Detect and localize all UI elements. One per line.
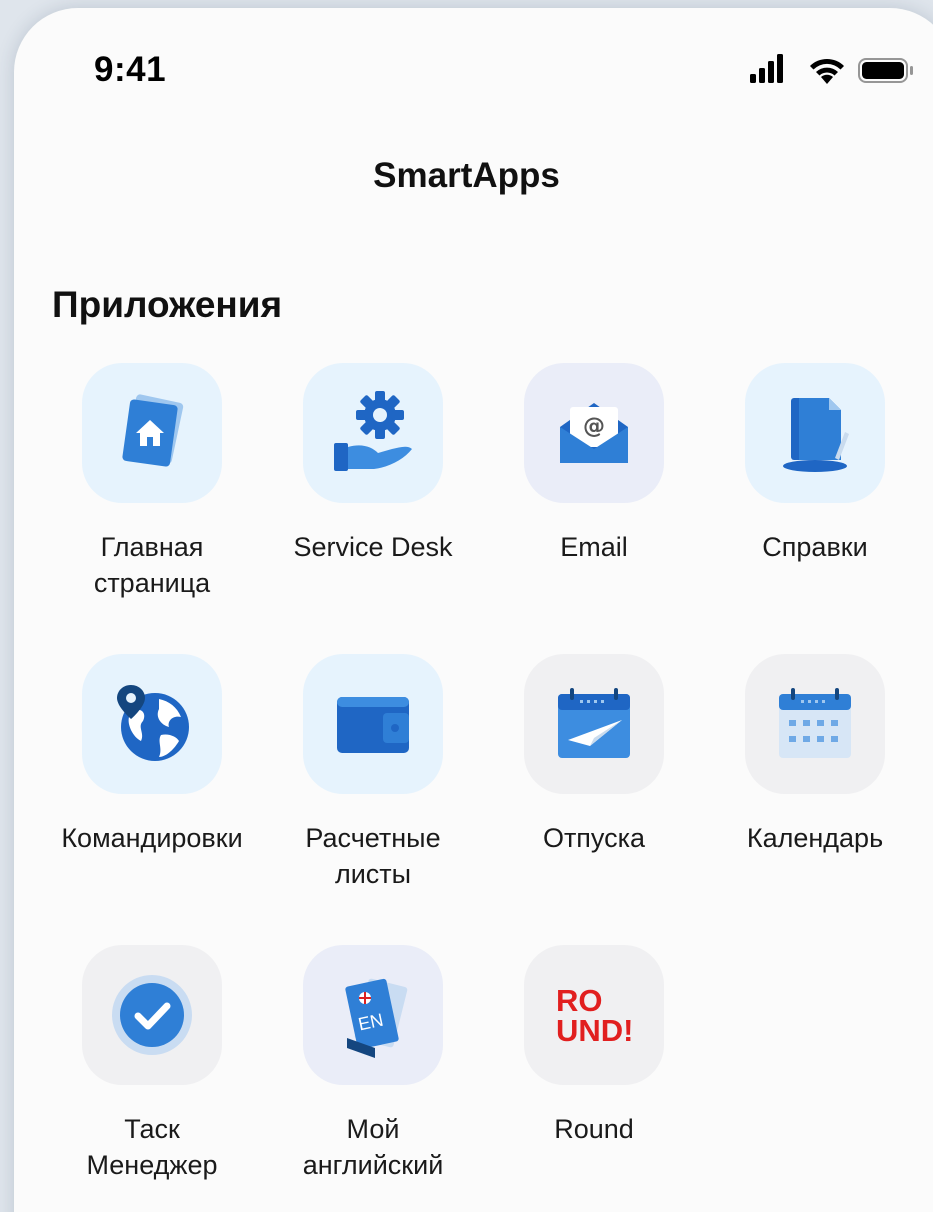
- document-icon: [783, 398, 849, 472]
- app-icon-tile[interactable]: [82, 654, 222, 794]
- app-certificates[interactable]: Справки: [704, 363, 926, 565]
- book-en-icon: EN: [345, 978, 408, 1058]
- app-icon-tile[interactable]: [745, 363, 885, 503]
- app-label: Таск Менеджер: [86, 1114, 218, 1180]
- home-document-icon: [122, 394, 184, 467]
- app-payslips[interactable]: Расчетные листы: [262, 654, 484, 892]
- checkmark-icon: [112, 975, 192, 1055]
- app-label: Главная страница: [93, 532, 211, 598]
- app-vacations[interactable]: Отпуска: [483, 654, 705, 856]
- app-icon-tile[interactable]: RO UND!: [524, 945, 664, 1085]
- app-service-desk[interactable]: Service Desk: [262, 363, 484, 565]
- app-my-english[interactable]: EN Мой английский: [262, 945, 484, 1183]
- calendar-plane-icon: [558, 688, 630, 758]
- app-label: Мой английский: [302, 1114, 444, 1180]
- round-logo-line-2: UND!: [556, 1013, 634, 1047]
- app-label: Email: [560, 532, 628, 562]
- app-round[interactable]: RO UND! Round: [483, 945, 705, 1147]
- app-icon-tile[interactable]: [303, 363, 443, 503]
- app-task-manager[interactable]: Таск Менеджер: [41, 945, 263, 1183]
- app-calendar[interactable]: Календарь: [704, 654, 926, 856]
- round-logo: RO UND!: [556, 983, 634, 1047]
- app-label: Календарь: [746, 823, 884, 853]
- calendar-icon: [779, 688, 851, 758]
- app-label: Round: [554, 1114, 634, 1144]
- envelope-icon: @: [560, 403, 628, 463]
- app-icon-tile[interactable]: [82, 945, 222, 1085]
- app-label: Командировки: [61, 823, 243, 853]
- battery-icon: [858, 58, 913, 83]
- app-icon-tile[interactable]: @: [524, 363, 664, 503]
- status-icons: [750, 54, 913, 84]
- wallet-icon: [337, 697, 409, 753]
- phone-screen: 9:41 SmartApps Приложения Главная страни…: [14, 8, 933, 1212]
- app-home[interactable]: Главная страница: [41, 363, 263, 601]
- app-label: Справки: [762, 532, 868, 562]
- globe-pin-icon: [117, 685, 189, 761]
- app-icon-tile[interactable]: [82, 363, 222, 503]
- page-title: SmartApps: [373, 156, 560, 195]
- app-email[interactable]: @ Email: [483, 363, 705, 565]
- app-icon-tile[interactable]: EN: [303, 945, 443, 1085]
- app-label: Отпуска: [542, 823, 646, 853]
- gear-hand-icon: [334, 391, 412, 471]
- app-icon-tile[interactable]: [745, 654, 885, 794]
- signal-icon: [750, 54, 783, 83]
- app-icon-tile[interactable]: [303, 654, 443, 794]
- app-label: Service Desk: [293, 532, 453, 562]
- svg-text:@: @: [583, 414, 605, 439]
- status-time: 9:41: [94, 50, 167, 89]
- app-label: Расчетные листы: [305, 823, 441, 889]
- app-icon-tile[interactable]: [524, 654, 664, 794]
- app-business-trips[interactable]: Командировки: [41, 654, 263, 856]
- section-title: Приложения: [52, 284, 283, 325]
- wifi-icon: [810, 58, 844, 84]
